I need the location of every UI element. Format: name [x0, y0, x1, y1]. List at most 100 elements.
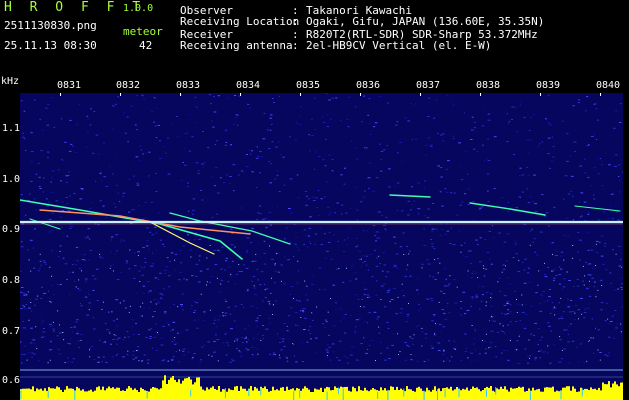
- noise-speck: [529, 139, 532, 141]
- noise-speck: [558, 318, 561, 320]
- noise-speck: [155, 303, 157, 305]
- noise-speck: [485, 291, 489, 293]
- noise-speck: [226, 342, 229, 344]
- noise-speck: [399, 351, 401, 353]
- noise-speck: [430, 144, 433, 146]
- noise-speck: [560, 297, 562, 299]
- noise-speck: [174, 344, 176, 346]
- noise-speck: [89, 249, 92, 251]
- noise-speck: [326, 321, 328, 323]
- noise-speck: [448, 283, 451, 285]
- signal-bar: [194, 382, 196, 400]
- signal-bar: [614, 381, 616, 400]
- noise-speck: [519, 104, 522, 106]
- noise-speck: [268, 148, 271, 149]
- noise-speck: [347, 362, 349, 364]
- signal-bar: [372, 388, 374, 400]
- noise-speck: [339, 120, 342, 122]
- signal-bar: [300, 390, 302, 400]
- noise-speck: [234, 283, 236, 285]
- noise-speck: [399, 141, 402, 143]
- noise-speck: [555, 210, 557, 212]
- noise-speck: [490, 263, 493, 265]
- noise-speck: [153, 336, 157, 338]
- noise-speck: [123, 300, 125, 302]
- noise-speck: [460, 244, 463, 246]
- noise-speck: [51, 348, 53, 350]
- noise-speck: [545, 212, 549, 214]
- noise-speck: [314, 352, 318, 354]
- noise-speck: [544, 276, 548, 278]
- noise-speck: [517, 304, 519, 306]
- noise-speck: [163, 288, 165, 290]
- noise-speck: [582, 265, 584, 267]
- noise-speck: [584, 158, 586, 160]
- signal-bar: [408, 389, 410, 400]
- noise-speck: [432, 314, 436, 316]
- signal-bar: [144, 390, 146, 400]
- signal-bar: [434, 386, 436, 400]
- noise-speck: [330, 258, 333, 260]
- noise-speck: [323, 289, 327, 291]
- noise-speck: [50, 191, 54, 193]
- noise-speck: [68, 171, 71, 173]
- noise-speck: [71, 331, 74, 333]
- noise-speck: [587, 212, 590, 214]
- noise-speck: [478, 353, 481, 355]
- noise-speck: [213, 111, 217, 113]
- noise-speck: [235, 114, 239, 116]
- noise-speck: [350, 315, 352, 317]
- noise-speck: [282, 156, 285, 158]
- signal-bar: [314, 388, 316, 400]
- noise-speck: [251, 354, 254, 355]
- noise-speck: [187, 351, 189, 353]
- noise-speck: [387, 327, 390, 329]
- noise-speck: [145, 152, 147, 154]
- noise-speck: [416, 361, 419, 362]
- noise-speck: [257, 353, 259, 355]
- signal-bar-accent: [47, 390, 49, 398]
- noise-speck: [41, 322, 43, 324]
- noise-speck: [49, 323, 52, 325]
- noise-speck: [232, 164, 236, 166]
- x-tick-mark: [60, 93, 61, 96]
- signal-bar: [590, 387, 592, 400]
- noise-speck: [200, 359, 202, 361]
- noise-speck: [245, 336, 247, 338]
- noise-speck: [489, 346, 492, 348]
- noise-speck: [590, 337, 592, 339]
- noise-speck: [552, 146, 555, 148]
- noise-speck: [256, 317, 259, 319]
- noise-speck: [543, 301, 546, 303]
- noise-speck: [138, 205, 140, 206]
- noise-speck: [552, 253, 553, 255]
- noise-speck: [596, 159, 598, 161]
- signal-bar: [216, 389, 218, 400]
- noise-speck: [164, 272, 166, 274]
- noise-speck: [234, 320, 236, 322]
- signal-bar: [128, 386, 130, 400]
- noise-speck: [316, 207, 318, 209]
- signal-bar: [574, 388, 576, 400]
- signal-bar: [396, 386, 398, 400]
- noise-speck: [95, 180, 97, 182]
- noise-speck: [123, 111, 125, 113]
- noise-speck: [20, 100, 23, 102]
- signal-bar: [90, 389, 92, 400]
- noise-speck: [347, 237, 349, 239]
- noise-speck: [388, 358, 391, 360]
- noise-speck: [194, 275, 198, 277]
- noise-speck: [88, 293, 90, 295]
- noise-speck: [396, 152, 399, 154]
- noise-speck: [604, 243, 607, 245]
- signal-bar: [130, 387, 132, 400]
- signal-bar: [114, 388, 116, 400]
- noise-speck: [340, 174, 343, 176]
- signal-bar: [364, 387, 366, 400]
- noise-speck: [125, 260, 128, 262]
- signal-bar: [258, 390, 260, 400]
- noise-speck: [409, 250, 411, 252]
- noise-speck: [48, 201, 50, 203]
- noise-speck: [490, 341, 492, 343]
- signal-bar: [242, 388, 244, 400]
